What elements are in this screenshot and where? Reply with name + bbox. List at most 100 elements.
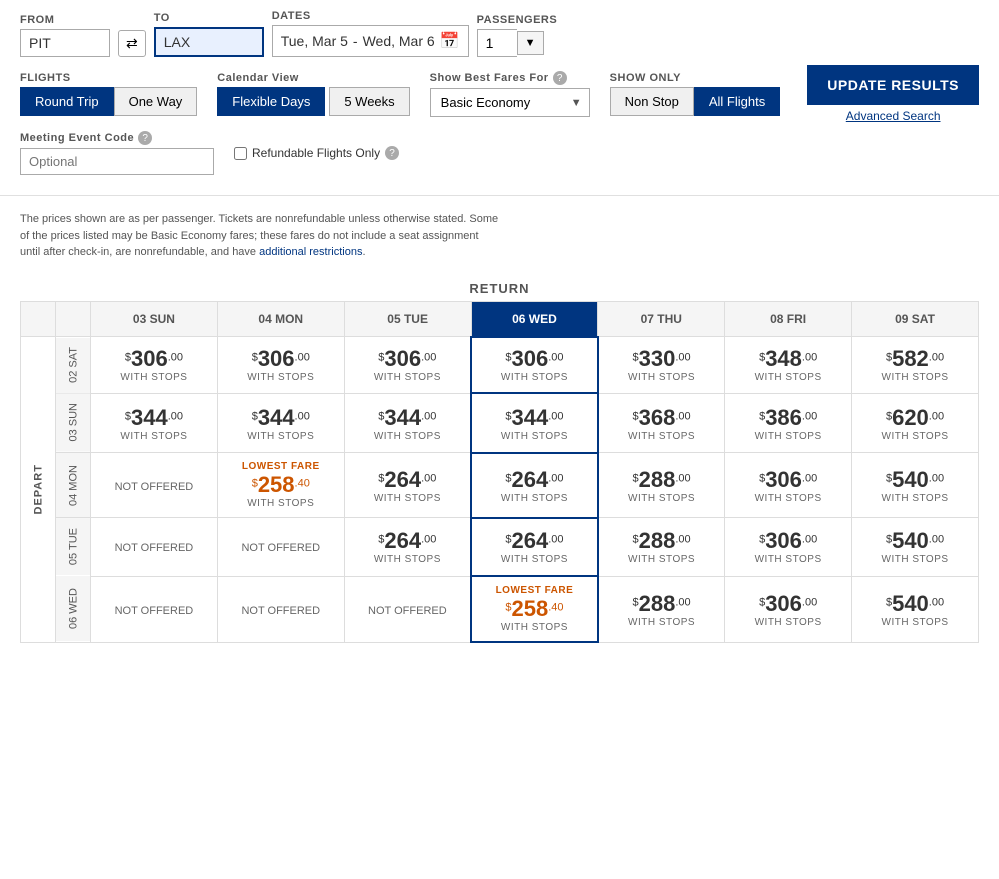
price-cents: .00 xyxy=(295,352,310,364)
fare-cell-r4-c3[interactable]: LOWEST FARE $258.40 WITH STOPS xyxy=(471,576,598,642)
fare-cell-r3-c1[interactable]: NOT OFFERED xyxy=(217,518,344,576)
one-way-button[interactable]: One Way xyxy=(114,87,198,116)
all-flights-button[interactable]: All Flights xyxy=(694,87,780,116)
passengers-input[interactable] xyxy=(477,29,517,57)
price-big: 386 xyxy=(765,405,802,430)
with-stops: WITH STOPS xyxy=(730,372,846,383)
refundable-checkbox[interactable] xyxy=(234,147,247,160)
round-trip-button[interactable]: Round Trip xyxy=(20,87,114,116)
with-stops: WITH STOPS xyxy=(604,554,719,565)
fare-cell-r0-c1[interactable]: $306.00 WITH STOPS xyxy=(217,337,344,394)
fare-grid: 03 SUN 04 MON 05 TUE 06 WED 07 THU 08 FR… xyxy=(20,301,979,644)
advanced-search-link[interactable]: Advanced Search xyxy=(846,109,941,123)
fare-cell-r0-c6[interactable]: $582.00 WITH STOPS xyxy=(852,337,979,394)
fare-cell-r1-c6[interactable]: $620.00 WITH STOPS xyxy=(852,393,979,453)
price-display: $306.00 xyxy=(350,346,465,372)
price-display: $306.00 xyxy=(730,467,846,493)
passengers-wrapper: ▼ xyxy=(477,29,558,57)
fare-cell-r3-c3[interactable]: $264.00 WITH STOPS xyxy=(471,518,598,576)
price-display: $386.00 xyxy=(730,405,846,431)
calendar-view-label: Calendar View xyxy=(217,72,409,84)
row-header-2: 04 MON xyxy=(56,453,91,518)
price-display: $258.40 xyxy=(223,472,339,498)
with-stops: WITH STOPS xyxy=(223,372,339,383)
fare-cell-r0-c3[interactable]: $306.00 WITH STOPS xyxy=(471,337,598,394)
fare-cell-r2-c2[interactable]: $264.00 WITH STOPS xyxy=(344,453,471,518)
fare-cell-r3-c6[interactable]: $540.00 WITH STOPS xyxy=(852,518,979,576)
fare-cell-r4-c4[interactable]: $288.00 WITH STOPS xyxy=(598,576,725,642)
fare-cell-r1-c3[interactable]: $344.00 WITH STOPS xyxy=(471,393,598,453)
fare-cell-r0-c0[interactable]: $306.00 WITH STOPS xyxy=(91,337,218,394)
fare-cell-r2-c3[interactable]: $264.00 WITH STOPS xyxy=(471,453,598,518)
col-header-4: 07 THU xyxy=(598,301,725,337)
date-range[interactable]: Tue, Mar 5 - Wed, Mar 6 📅 xyxy=(272,25,469,57)
fare-cell-r2-c4[interactable]: $288.00 WITH STOPS xyxy=(598,453,725,518)
swap-button[interactable]: ⇄ xyxy=(118,30,146,57)
with-stops: WITH STOPS xyxy=(350,372,465,383)
fare-cell-r1-c5[interactable]: $386.00 WITH STOPS xyxy=(725,393,852,453)
fare-cell-r2-c5[interactable]: $306.00 WITH STOPS xyxy=(725,453,852,518)
with-stops: WITH STOPS xyxy=(350,493,465,504)
fare-cell-r4-c2[interactable]: NOT OFFERED xyxy=(344,576,471,642)
with-stops: WITH STOPS xyxy=(477,493,592,504)
price-big: 306 xyxy=(765,591,802,616)
fare-cell-r1-c2[interactable]: $344.00 WITH STOPS xyxy=(344,393,471,453)
price-display: $344.00 xyxy=(96,405,212,431)
weeks-button[interactable]: 5 Weeks xyxy=(329,87,409,116)
additional-restrictions-link[interactable]: additional restrictions xyxy=(259,246,362,258)
price-big: 264 xyxy=(384,528,421,553)
non-stop-button[interactable]: Non Stop xyxy=(610,87,694,116)
price-big: 306 xyxy=(384,346,421,371)
with-stops: WITH STOPS xyxy=(350,554,465,565)
with-stops: WITH STOPS xyxy=(604,617,719,628)
flights-toggle: Round Trip One Way xyxy=(20,87,197,116)
fare-cell-r4-c0[interactable]: NOT OFFERED xyxy=(91,576,218,642)
fare-cell-r2-c6[interactable]: $540.00 WITH STOPS xyxy=(852,453,979,518)
with-stops: WITH STOPS xyxy=(857,554,973,565)
col-header-2: 05 TUE xyxy=(344,301,471,337)
not-offered-text: NOT OFFERED xyxy=(115,481,194,493)
price-display: $540.00 xyxy=(857,528,973,554)
fare-cell-r1-c1[interactable]: $344.00 WITH STOPS xyxy=(217,393,344,453)
fare-cell-r2-c0[interactable]: NOT OFFERED xyxy=(91,453,218,518)
price-display: $330.00 xyxy=(604,346,719,372)
price-cents: .00 xyxy=(168,410,183,422)
to-input[interactable] xyxy=(154,27,264,57)
fare-cell-r3-c5[interactable]: $306.00 WITH STOPS xyxy=(725,518,852,576)
price-cents: .00 xyxy=(802,352,817,364)
fare-cell-r0-c5[interactable]: $348.00 WITH STOPS xyxy=(725,337,852,394)
price-display: $288.00 xyxy=(604,528,719,554)
refundable-help-icon[interactable]: ? xyxy=(385,146,399,160)
fare-cell-r4-c5[interactable]: $306.00 WITH STOPS xyxy=(725,576,852,642)
fare-cell-r2-c1[interactable]: LOWEST FARE $258.40 WITH STOPS xyxy=(217,453,344,518)
meeting-code-input[interactable] xyxy=(20,148,214,175)
fare-cell-r3-c2[interactable]: $264.00 WITH STOPS xyxy=(344,518,471,576)
fare-select[interactable]: Basic Economy Economy Business xyxy=(430,88,590,117)
price-big: 258 xyxy=(512,596,549,621)
refundable-label[interactable]: Refundable Flights Only ? xyxy=(234,146,399,160)
fare-cell-r4-c1[interactable]: NOT OFFERED xyxy=(217,576,344,642)
fare-cell-r1-c0[interactable]: $344.00 WITH STOPS xyxy=(91,393,218,453)
from-input[interactable] xyxy=(20,29,110,57)
best-fares-help-icon[interactable]: ? xyxy=(553,71,567,85)
fare-cell-r4-c6[interactable]: $540.00 WITH STOPS xyxy=(852,576,979,642)
fare-cell-r3-c4[interactable]: $288.00 WITH STOPS xyxy=(598,518,725,576)
update-results-button[interactable]: UPDATE RESULTS xyxy=(807,65,979,105)
date-sep: - xyxy=(353,33,358,49)
price-display: $348.00 xyxy=(730,346,846,372)
with-stops: WITH STOPS xyxy=(477,554,592,565)
fare-cell-r0-c4[interactable]: $330.00 WITH STOPS xyxy=(598,337,725,394)
row-header-3: 05 TUE xyxy=(56,518,91,576)
meeting-help-icon[interactable]: ? xyxy=(138,131,152,145)
with-stops: WITH STOPS xyxy=(730,493,846,504)
fare-cell-r1-c4[interactable]: $368.00 WITH STOPS xyxy=(598,393,725,453)
fare-cell-r0-c2[interactable]: $306.00 WITH STOPS xyxy=(344,337,471,394)
date-end: Wed, Mar 6 xyxy=(363,33,435,49)
passengers-dropdown[interactable]: ▼ xyxy=(517,31,544,55)
fare-cell-r3-c0[interactable]: NOT OFFERED xyxy=(91,518,218,576)
col-header-1: 04 MON xyxy=(217,301,344,337)
price-big: 344 xyxy=(512,405,549,430)
price-cents: .00 xyxy=(675,596,690,608)
price-big: 264 xyxy=(384,467,421,492)
flexible-days-button[interactable]: Flexible Days xyxy=(217,87,325,116)
